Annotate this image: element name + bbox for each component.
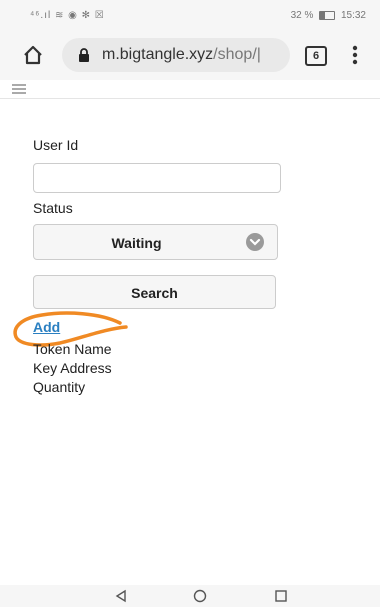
android-nav-bar (0, 585, 380, 607)
recents-square-icon[interactable] (274, 589, 288, 603)
url-path: /shop/| (213, 46, 261, 63)
clock-time: 15:32 (340, 10, 366, 21)
signal-wifi-icons: ⁴⁶.ıl ≋ ◉ ✻ ☒ (30, 10, 105, 21)
home-icon[interactable] (22, 44, 44, 66)
user-id-input[interactable] (33, 163, 281, 193)
status-selected-value: Waiting (111, 235, 162, 251)
url-text: m.bigtangle.xyz/shop/| (102, 46, 286, 64)
chevron-down-icon (246, 233, 264, 251)
battery-percent: 32 % (290, 10, 314, 21)
header-divider (0, 98, 380, 99)
more-menu-icon[interactable] (352, 45, 358, 65)
key-address-label: Key Address (33, 360, 112, 376)
hamburger-menu-icon[interactable] (12, 84, 26, 94)
status-bar: ⁴⁶.ıl ≋ ◉ ✻ ☒ 32 % 15:32 (0, 0, 380, 30)
url-host: m.bigtangle.xyz (102, 46, 214, 63)
search-button[interactable]: Search (33, 275, 276, 309)
back-triangle-icon[interactable] (114, 589, 128, 603)
token-name-label: Token Name (33, 341, 112, 357)
address-bar[interactable]: m.bigtangle.xyz/shop/| (62, 38, 290, 72)
status-label: Status (33, 200, 73, 216)
status-right: 32 % 15:32 (291, 10, 366, 21)
tab-switcher-button[interactable]: 6 (305, 46, 327, 66)
user-id-label: User Id (33, 137, 79, 153)
home-circle-icon[interactable] (193, 589, 207, 603)
status-select[interactable]: Waiting (33, 224, 278, 260)
lock-icon (79, 48, 89, 62)
browser-toolbar: m.bigtangle.xyz/shop/| 6 (0, 30, 380, 80)
quantity-label: Quantity (33, 379, 86, 395)
battery-icon (319, 10, 336, 20)
